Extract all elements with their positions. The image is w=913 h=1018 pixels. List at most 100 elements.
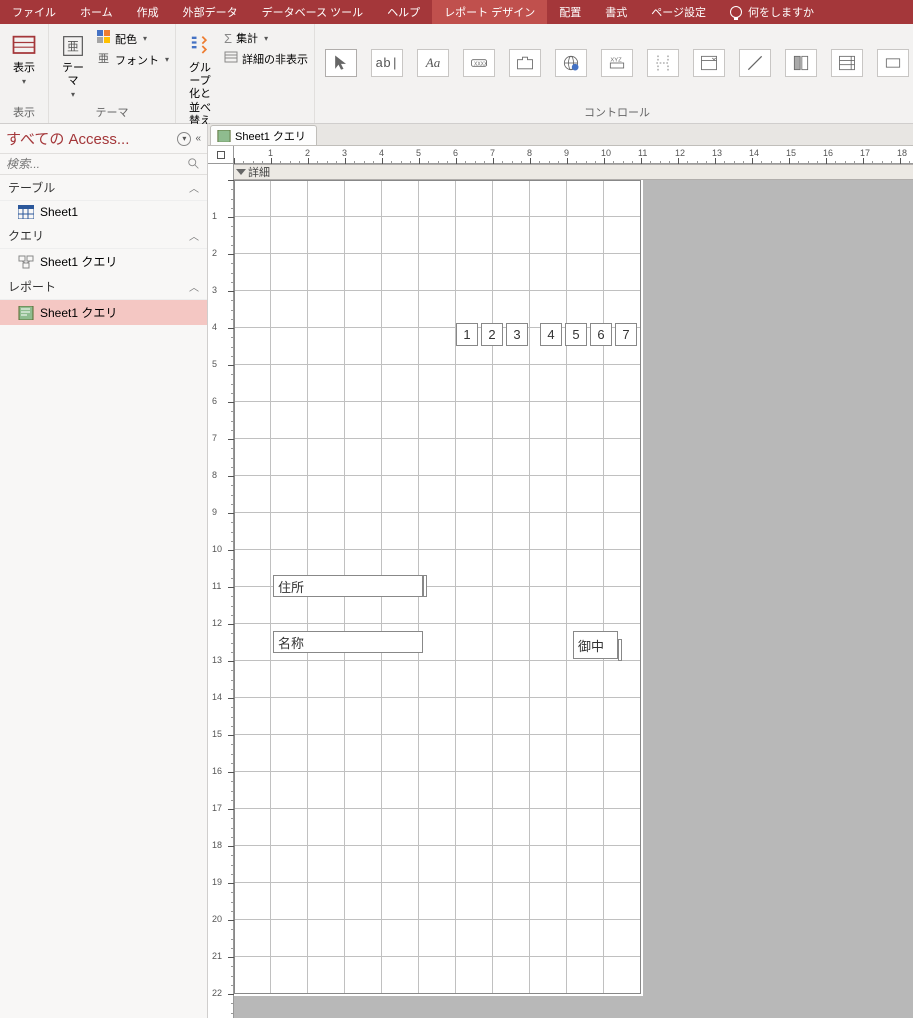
menu-tab-arrange[interactable]: 配置 (547, 0, 593, 24)
chevron-up-icon: ︿ (189, 180, 199, 195)
control-combobox[interactable] (693, 49, 725, 77)
ribbon-group-view: 表示 ▾ 表示 (0, 24, 49, 123)
tellme-label: 何をしますか (748, 4, 814, 20)
textbox-address[interactable]: 住所 (273, 575, 423, 597)
query-icon (18, 255, 34, 269)
svg-text:亜: 亜 (98, 53, 109, 65)
nav-header[interactable]: すべての Access... ▾ « (0, 124, 207, 154)
nav-item-label: Sheet1 (40, 205, 78, 219)
svg-text:XXXX: XXXX (474, 62, 488, 68)
control-tab[interactable] (509, 49, 541, 77)
nav-item-table-sheet1[interactable]: Sheet1 (0, 201, 207, 223)
nav-category-label: クエリ (8, 227, 44, 244)
menu-tab-dbtools[interactable]: データベース ツール (250, 0, 376, 24)
textbox-address-ext[interactable] (423, 575, 427, 597)
label-onchu[interactable]: 御中 (573, 631, 618, 659)
textbox-name[interactable]: 名称 (273, 631, 423, 653)
main-area: すべての Access... ▾ « テーブル ︿ Sheet1 クエリ ︿ S… (0, 124, 913, 1018)
view-button[interactable]: 表示 ▾ (6, 30, 42, 89)
menu-tab-file[interactable]: ファイル (0, 0, 68, 24)
textbox-postal-4[interactable]: 4 (540, 323, 562, 346)
control-hyperlink[interactable] (555, 49, 587, 77)
nav-category-label: レポート (8, 278, 56, 295)
textbox-postal-1[interactable]: 1 (456, 323, 478, 346)
nav-item-label: Sheet1 クエリ (40, 253, 117, 270)
nav-item-query-sheet1[interactable]: Sheet1 クエリ (0, 249, 207, 274)
nav-search (0, 154, 207, 175)
textbox-postal-5[interactable]: 5 (565, 323, 587, 346)
nav-category-tables[interactable]: テーブル ︿ (0, 175, 207, 201)
control-pagebreak[interactable] (647, 49, 679, 77)
document-tab[interactable]: Sheet1 クエリ (210, 125, 317, 145)
textbox-postal-2[interactable]: 2 (481, 323, 503, 346)
nav-search-input[interactable] (6, 157, 187, 171)
sigma-icon: Σ (224, 31, 232, 46)
ribbon-group-grouping: グループ化と 並べ替え Σ 集計▾ 詳細の非表示 グループ化と集計 (176, 24, 315, 123)
control-togglebutton[interactable] (785, 49, 817, 77)
menu-tab-external[interactable]: 外部データ (171, 0, 250, 24)
nav-item-report-sheet1[interactable]: Sheet1 クエリ (0, 300, 207, 325)
select-all-icon (217, 151, 225, 159)
document-area: Sheet1 クエリ 123456789101112131415161718 1… (208, 124, 913, 1018)
nav-item-label: Sheet1 クエリ (40, 304, 117, 321)
hidedetails-label: 詳細の非表示 (242, 51, 308, 67)
section-bar-detail[interactable]: 詳細 (234, 164, 913, 180)
textbox-postal-3[interactable]: 3 (506, 323, 528, 346)
fonts-button[interactable]: 亜 フォント▾ (97, 51, 169, 68)
nav-dropdown-icon[interactable]: ▾ (177, 132, 191, 146)
group-label-view: 表示 (6, 102, 42, 123)
groupsort-icon (186, 32, 214, 60)
hidedetails-icon (224, 50, 238, 67)
menu-tab-report-design[interactable]: レポート デザイン (432, 0, 547, 24)
svg-text:亜: 亜 (67, 41, 79, 54)
totals-button[interactable]: Σ 集計▾ (224, 30, 308, 46)
report-icon (18, 306, 34, 320)
document-tab-label: Sheet1 クエリ (235, 128, 306, 144)
groupsort-label: グループ化と 並べ替え (186, 62, 214, 128)
theme-button[interactable]: 亜 テーマ ▾ (55, 30, 91, 102)
search-icon[interactable] (187, 157, 201, 171)
textbox-postal-7[interactable]: 7 (615, 323, 637, 346)
menu-tab-pagesetup[interactable]: ページ設定 (639, 0, 718, 24)
menu-tab-home[interactable]: ホーム (68, 0, 125, 24)
control-select[interactable] (325, 49, 357, 77)
groupsort-button[interactable]: グループ化と 並べ替え (182, 30, 218, 130)
navigation-pane: すべての Access... ▾ « テーブル ︿ Sheet1 クエリ ︿ S… (0, 124, 208, 1018)
fonts-icon: 亜 (97, 51, 111, 68)
menu-bar: ファイル ホーム 作成 外部データ データベース ツール ヘルプ レポート デザ… (0, 0, 913, 24)
hidedetails-button[interactable]: 詳細の非表示 (224, 50, 308, 67)
nav-category-reports[interactable]: レポート ︿ (0, 274, 207, 300)
control-label[interactable]: Aa (417, 49, 449, 77)
menu-tab-format[interactable]: 書式 (593, 0, 639, 24)
ruler-corner[interactable] (208, 146, 234, 164)
control-listbox[interactable] (831, 49, 863, 77)
design-canvas[interactable]: 123456789101112131415161718 123456789101… (208, 146, 913, 1018)
document-tabbar: Sheet1 クエリ (208, 124, 913, 146)
theme-icon: 亜 (59, 32, 87, 60)
dropdown-icon: ▾ (22, 77, 26, 87)
horizontal-ruler[interactable]: 123456789101112131415161718 (234, 146, 913, 164)
textbox-postal-6[interactable]: 6 (590, 323, 612, 346)
vertical-ruler[interactable]: 12345678910111213141516171819202122 (208, 164, 234, 1018)
nav-category-queries[interactable]: クエリ ︿ (0, 223, 207, 249)
control-navigation[interactable]: XYZ (601, 49, 633, 77)
control-button[interactable]: XXXX (463, 49, 495, 77)
colors-button[interactable]: 配色▾ (97, 30, 169, 47)
lightbulb-icon (730, 6, 742, 18)
menu-tab-create[interactable]: 作成 (125, 0, 171, 24)
control-textbox[interactable]: ab| (371, 49, 403, 77)
section-label: 詳細 (248, 164, 270, 180)
control-rectangle[interactable] (877, 49, 909, 77)
nav-collapse-icon[interactable]: « (195, 133, 201, 144)
control-line[interactable] (739, 49, 771, 77)
section-expand-icon[interactable] (236, 169, 246, 175)
group-label-theme: テーマ (55, 102, 169, 123)
colors-icon (97, 30, 111, 47)
view-icon (10, 32, 38, 60)
svg-text:XYZ: XYZ (610, 57, 622, 63)
label-onchu-ext[interactable] (618, 639, 622, 661)
menu-tellme[interactable]: 何をしますか (718, 0, 826, 24)
theme-label: テーマ (59, 62, 87, 88)
menu-tab-help[interactable]: ヘルプ (375, 0, 432, 24)
table-icon (18, 205, 34, 219)
